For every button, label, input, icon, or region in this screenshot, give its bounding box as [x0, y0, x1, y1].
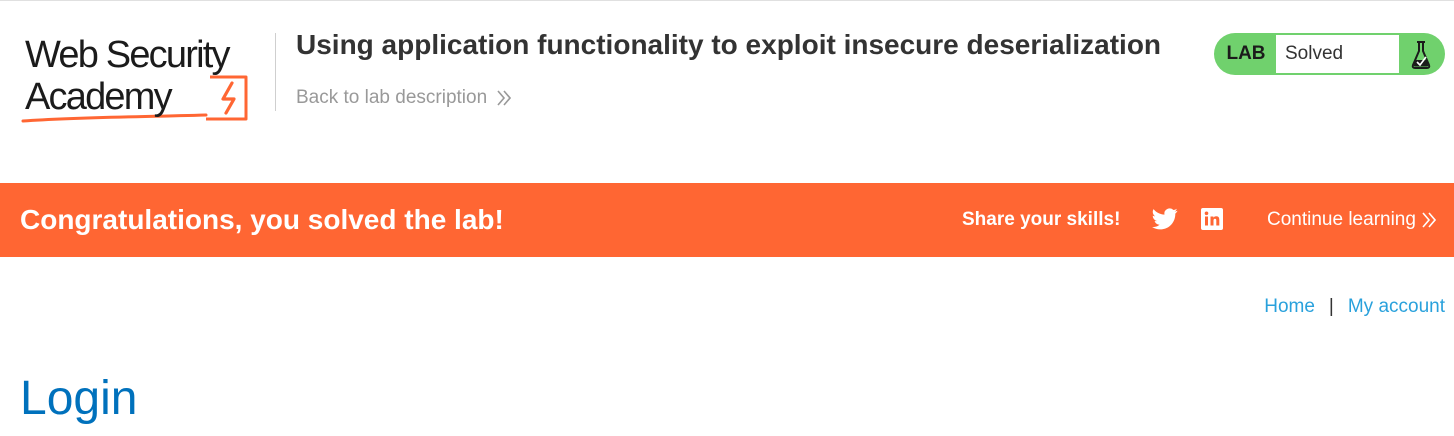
lab-title: Using application functionality to explo… — [296, 29, 1162, 60]
home-link[interactable]: Home — [1264, 294, 1315, 320]
web-security-academy-logo[interactable]: Web Security Academy — [20, 31, 272, 127]
logo-text-line2: Academy — [25, 76, 173, 118]
double-chevron-right-icon — [1422, 212, 1436, 228]
back-to-lab-description-link[interactable]: Back to lab description — [296, 85, 512, 111]
top-nav: Home | My account — [1264, 294, 1445, 320]
logo-text-line1: Web Security — [25, 34, 230, 76]
header-divider — [275, 33, 276, 111]
back-link-label: Back to lab description — [296, 87, 488, 108]
twitter-icon[interactable] — [1152, 207, 1178, 231]
nav-separator: | — [1328, 296, 1334, 317]
my-account-link[interactable]: My account — [1348, 294, 1445, 320]
linkedin-icon[interactable] — [1201, 208, 1223, 230]
continue-learning-label: Continue learning — [1267, 209, 1416, 230]
lab-header: Web Security Academy Using application f… — [0, 5, 1454, 183]
share-skills-label: Share your skills! — [962, 209, 1121, 230]
solved-banner: Congratulations, you solved the lab! Sha… — [0, 183, 1454, 257]
flask-icon — [1411, 41, 1431, 69]
double-chevron-right-icon — [497, 90, 512, 106]
page-title: Login — [20, 372, 138, 425]
lab-status-widget: LAB Solved — [1214, 33, 1445, 75]
congratulations-message: Congratulations, you solved the lab! — [20, 204, 504, 235]
continue-learning-link[interactable]: Continue learning — [1267, 207, 1436, 233]
